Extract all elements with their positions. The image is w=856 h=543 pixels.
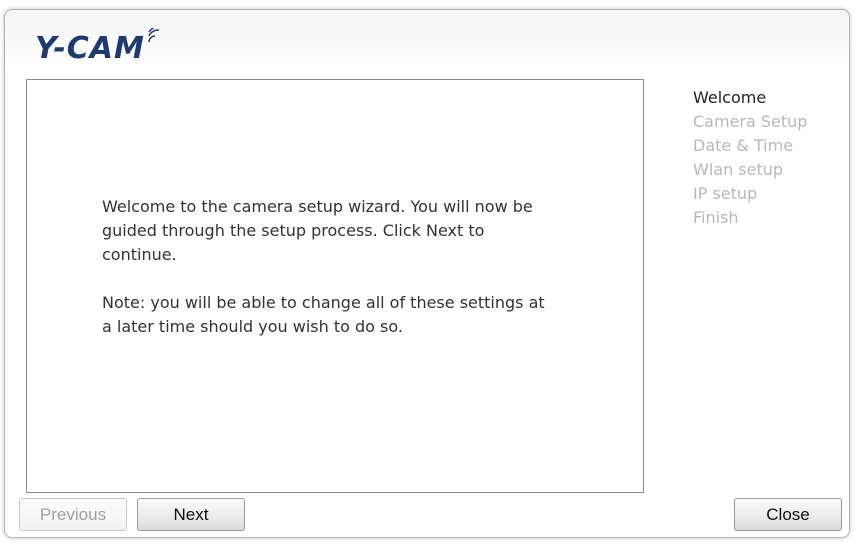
previous-button[interactable]: Previous — [19, 498, 127, 531]
setup-wizard-window: Y-CAM Welcome to the camera setup wizard… — [4, 9, 850, 538]
close-button[interactable]: Close — [734, 498, 842, 531]
step-camera-setup: Camera Setup — [693, 112, 808, 131]
wizard-steps-list: Welcome Camera Setup Date & Time Wlan se… — [693, 86, 807, 230]
step-wlan-setup: Wlan setup — [693, 160, 784, 179]
logo-text: Y-CAM — [35, 31, 145, 66]
step-date-time: Date & Time — [693, 136, 794, 155]
next-button[interactable]: Next — [137, 498, 245, 531]
wireless-waves-icon — [147, 25, 165, 50]
wizard-content-panel: Welcome to the camera setup wizard. You … — [26, 79, 644, 493]
welcome-paragraph: Welcome to the camera setup wizard. You … — [102, 197, 533, 264]
wizard-content-text: Welcome to the camera setup wizard. You … — [102, 195, 552, 363]
note-paragraph: Note: you will be able to change all of … — [102, 293, 545, 336]
step-finish: Finish — [693, 208, 739, 227]
y-cam-logo: Y-CAM — [35, 25, 165, 72]
step-welcome: Welcome — [693, 88, 767, 107]
step-ip-setup: IP setup — [693, 184, 758, 203]
